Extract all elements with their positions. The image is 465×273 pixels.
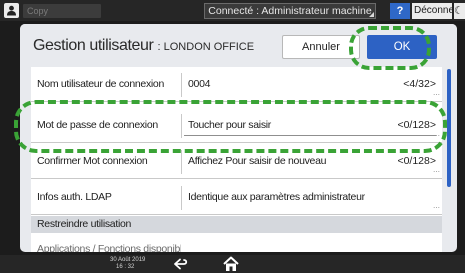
user-icon[interactable] (4, 3, 19, 18)
more-icon: ⋯ (433, 92, 440, 99)
divider (181, 73, 182, 97)
divider (181, 150, 182, 174)
date-text: 30 Août 2019 (110, 257, 146, 263)
moon-icon: ☾ (454, 5, 464, 17)
ldap-label: Infos auth. LDAP (37, 191, 112, 203)
connection-status-text: Connecté : Administrateur machine (208, 5, 372, 17)
dialog-title: Gestion utilisateur : LONDON OFFICE (33, 37, 254, 55)
logout-button[interactable]: Déconnexion (412, 3, 452, 19)
bottom-bar: 30 Août 2019 16 : 32 (0, 255, 465, 273)
home-icon (223, 256, 239, 271)
row-available-functions[interactable]: Applications / Fonctions disponibles (31, 234, 442, 252)
date-time: 30 Août 2019 16 : 32 (110, 257, 145, 271)
help-button[interactable]: ? (390, 3, 410, 19)
copy-app-label: Copy (23, 4, 101, 18)
row-ldap[interactable]: Infos auth. LDAP Identique aux paramètre… (31, 180, 442, 215)
login-user-label: Nom utilisateur de connexion (37, 78, 165, 90)
dialog-subtitle: : LONDON OFFICE (157, 41, 255, 53)
section-restrict-usage: Restreindre utilisation (31, 216, 442, 233)
corner-marker-icon (369, 12, 374, 17)
highlight-password-row (14, 100, 447, 153)
energy-saver-button[interactable]: ☾ (454, 3, 465, 19)
highlight-ok-button (349, 26, 431, 70)
connection-status[interactable]: Connecté : Administrateur machine (204, 3, 376, 19)
dialog-title-main: Gestion utilisateur (33, 37, 154, 54)
time-text: 16 : 32 (116, 264, 135, 270)
login-user-value: 0004 (188, 78, 211, 90)
back-button[interactable] (171, 256, 191, 272)
divider (181, 186, 182, 210)
top-bar: Copy Connecté : Administrateur machine ?… (0, 0, 465, 21)
more-icon: ⋯ (433, 169, 440, 176)
row-login-user[interactable]: Nom utilisateur de connexion 0004 <4/32>… (31, 67, 442, 102)
login-user-count: <4/32> (403, 78, 436, 90)
scrollbar[interactable] (447, 69, 451, 187)
available-functions-label: Applications / Fonctions disponibles (37, 243, 181, 252)
home-button[interactable] (221, 255, 241, 273)
settings-list: Nom utilisateur de connexion 0004 <4/32>… (31, 67, 442, 252)
back-arrow-icon (174, 258, 188, 270)
user-glyph (7, 5, 16, 16)
ldap-value: Identique aux paramètres administrateur (188, 191, 365, 203)
more-icon: ⋯ (433, 205, 440, 212)
